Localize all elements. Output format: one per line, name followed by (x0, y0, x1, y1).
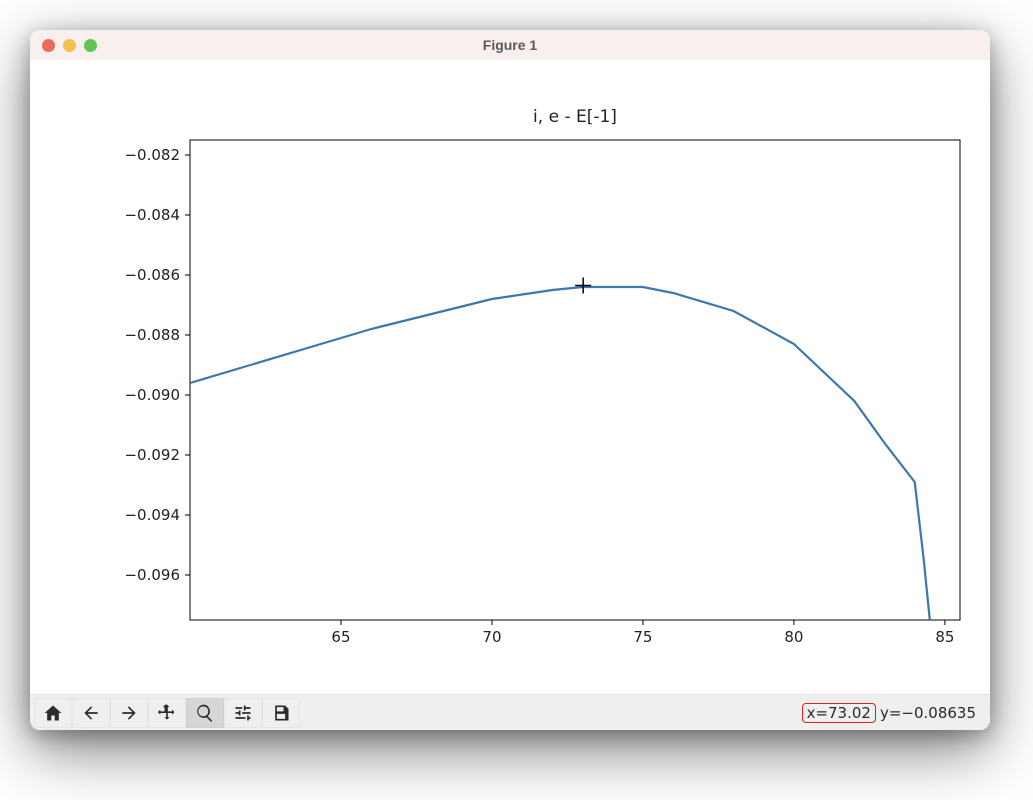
window-controls (30, 39, 97, 52)
x-tick-label: 70 (482, 628, 501, 646)
zoom-button[interactable] (186, 698, 224, 728)
y-tick-label: −0.094 (124, 506, 180, 524)
y-tick-label: −0.084 (124, 206, 180, 224)
x-tick-label: 65 (331, 628, 350, 646)
window-title: Figure 1 (30, 37, 990, 53)
x-tick-label: 80 (784, 628, 803, 646)
magnify-icon (195, 703, 215, 723)
y-tick-label: −0.088 (124, 326, 180, 344)
sliders-icon (233, 703, 253, 723)
home-icon (43, 703, 63, 723)
y-tick-label: −0.092 (124, 446, 180, 464)
save-icon (271, 703, 291, 723)
configure-subplots-button[interactable] (224, 698, 262, 728)
arrow-right-icon (119, 703, 139, 723)
arrow-left-icon (81, 703, 101, 723)
titlebar[interactable]: Figure 1 (30, 30, 990, 60)
home-button[interactable] (34, 698, 72, 728)
save-button[interactable] (262, 698, 300, 728)
forward-button[interactable] (110, 698, 148, 728)
coord-x: x=73.02 (802, 703, 876, 723)
data-line (190, 287, 930, 620)
coord-y: y=−0.08635 (880, 704, 976, 722)
zoom-window-button[interactable] (84, 39, 97, 52)
move-icon (157, 703, 177, 723)
y-tick-label: −0.082 (124, 146, 180, 164)
x-tick-label: 75 (633, 628, 652, 646)
y-tick-label: −0.090 (124, 386, 180, 404)
chart-svg: i, e - E[-1] 65 70 75 80 85 −0.082 −0.084 −0.086… (30, 60, 990, 694)
back-button[interactable] (72, 698, 110, 728)
x-tick-label: 85 (935, 628, 954, 646)
axes-frame (190, 140, 960, 620)
chart-title: i, e - E[-1] (533, 107, 617, 127)
y-tick-label: −0.086 (124, 266, 180, 284)
y-tick-label: −0.096 (124, 566, 180, 584)
toolbar: x=73.02 y=−0.08635 (30, 694, 990, 730)
close-button[interactable] (42, 39, 55, 52)
figure-window: Figure 1 i, e - E[-1] 65 70 75 80 85 −0.082 −0.… (30, 30, 990, 730)
plot-canvas[interactable]: i, e - E[-1] 65 70 75 80 85 −0.082 −0.084 −0.086… (30, 60, 990, 694)
coordinate-readout: x=73.02 y=−0.08635 (802, 703, 986, 723)
pan-button[interactable] (148, 698, 186, 728)
minimize-button[interactable] (63, 39, 76, 52)
